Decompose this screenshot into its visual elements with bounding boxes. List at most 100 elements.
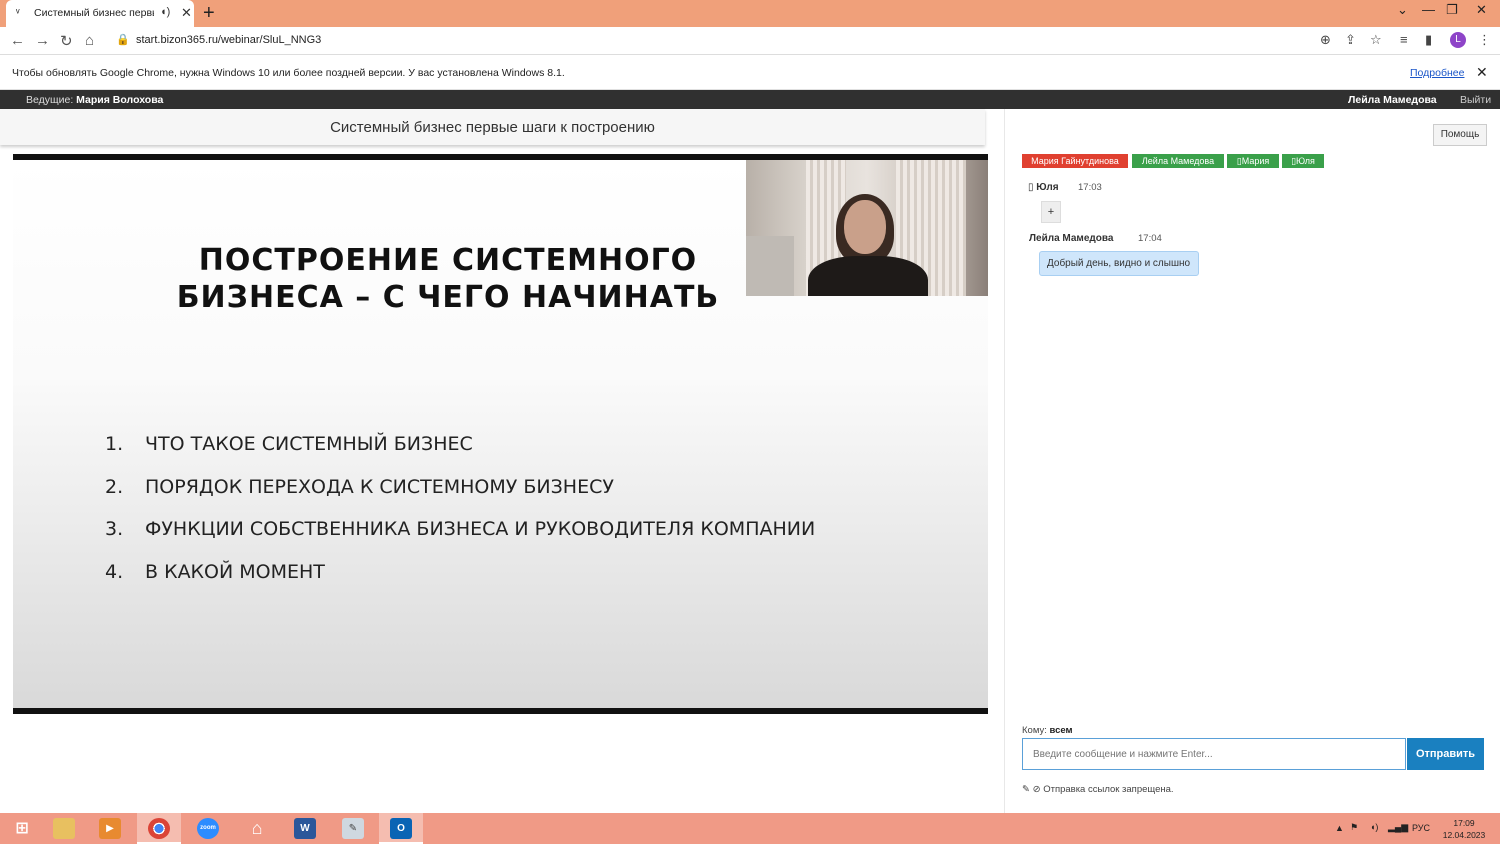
taskbar-word[interactable]: W [283, 813, 327, 844]
taskbar-media-player[interactable]: ▶ [88, 813, 132, 844]
address-bar[interactable]: 🔒 start.bizon365.ru/webinar/SluL_NNG3 [108, 30, 1393, 52]
url-text: start.bizon365.ru/webinar/SluL_NNG3 [136, 34, 322, 46]
house-icon: ⌂ [251, 818, 263, 838]
message-bubble: Добрый день, видно и слышно [1039, 251, 1199, 276]
slide-item-number: 2. [105, 476, 124, 498]
infobar-close-icon[interactable]: ✕ [1476, 64, 1488, 81]
folder-icon [53, 818, 75, 839]
recipient-value[interactable]: всем [1050, 725, 1073, 736]
webcam-background-object [746, 236, 794, 296]
slide-item-text: ПОРЯДОК ПЕРЕХОДА К СИСТЕМНОМУ БИЗНЕСУ [145, 476, 614, 498]
clock-time: 17:09 [1453, 818, 1475, 828]
share-icon[interactable]: ⇪ [1345, 32, 1356, 48]
presenter-face [844, 200, 886, 254]
host-name: Мария Волохова [76, 94, 164, 106]
volume-icon[interactable]: ◖) [1370, 822, 1378, 832]
slide-heading: ПОСТРОЕНИЕ СИСТЕМНОГО БИЗНЕСА – С ЧЕГО Н… [133, 242, 763, 316]
zoom-icon: zoom [197, 818, 219, 839]
back-icon[interactable]: ← [10, 32, 25, 49]
send-button[interactable]: Отправить [1407, 738, 1484, 770]
new-tab-button[interactable]: + [203, 2, 215, 25]
audio-playing-icon[interactable]: ◖) [160, 6, 170, 18]
taskbar-home-app[interactable]: ⌂ [235, 813, 279, 844]
browser-tab[interactable]: ᵛ Системный бизнес первые ◖) ✕ [6, 0, 194, 27]
minimize-icon[interactable]: — [1422, 2, 1435, 17]
window-close-icon[interactable]: ✕ [1476, 2, 1487, 18]
lock-icon[interactable]: 🔒 [116, 33, 130, 46]
slide-heading-line-1: ПОСТРОЕНИЕ СИСТЕМНОГО [198, 243, 698, 278]
webinar-title-bar: Системный бизнес первые шаги к построени… [0, 109, 985, 145]
close-tab-icon[interactable]: ✕ [181, 5, 192, 21]
participant-tag[interactable]: Лейла Мамедова [1132, 154, 1224, 168]
slide-item-number: 1. [105, 433, 124, 455]
chat-panel: Помощь Мария Гайнутдинова Лейла Мамедова… [1004, 109, 1500, 813]
taskbar-chrome[interactable] [137, 813, 181, 844]
infobar-message: Чтобы обновлять Google Chrome, нужна Win… [12, 67, 565, 79]
participant-tag[interactable]: Мария Гайнутдинова [1022, 154, 1128, 168]
action-center-flag-icon[interactable]: ⚑ [1350, 822, 1358, 833]
presenter-body [808, 256, 928, 296]
chat-message-input[interactable] [1022, 738, 1406, 770]
home-icon[interactable]: ⌂ [85, 32, 94, 49]
slide-item-text: ЧТО ТАКОЕ СИСТЕМНЫЙ БИЗНЕС [145, 433, 473, 455]
update-infobar: Чтобы обновлять Google Chrome, нужна Win… [0, 56, 1500, 90]
taskbar-zoom[interactable]: zoom [186, 813, 230, 844]
bookmark-star-icon[interactable]: ☆ [1370, 32, 1382, 48]
taskbar-file-explorer[interactable] [42, 813, 86, 844]
tab-search-icon[interactable]: ⌄ [1397, 2, 1408, 18]
media-player-icon: ▶ [99, 818, 121, 839]
message-text: + [1041, 201, 1061, 223]
taskbar-outlook[interactable]: O [379, 813, 423, 844]
reload-icon[interactable]: ↻ [60, 32, 73, 50]
word-icon: W [294, 818, 316, 839]
slide-item-number: 4. [105, 561, 124, 583]
help-button[interactable]: Помощь [1433, 124, 1487, 146]
browser-tab-strip: ᵛ Системный бизнес первые ◖) ✕ + ⌄ — ❐ ✕ [0, 0, 1500, 27]
webinar-header: Ведущие: Мария Волохова Лейла Мамедова В… [0, 90, 1500, 109]
exit-link[interactable]: Выйти [1460, 94, 1491, 106]
side-panel-icon[interactable]: ▮ [1425, 32, 1432, 48]
taskbar-paint[interactable]: ✎ [331, 813, 375, 844]
message-author: ▯ Юля [1028, 182, 1059, 193]
participant-tag-label: ▯Юля [1291, 156, 1315, 166]
slide-item-text: ФУНКЦИИ СОБСТВЕННИКА БИЗНЕСА И РУКОВОДИТ… [145, 518, 816, 540]
host-info: Ведущие: Мария Волохова [26, 94, 163, 106]
menu-kebab-icon[interactable]: ⋮ [1478, 32, 1491, 48]
slide-item-number: 3. [105, 518, 124, 540]
restore-icon[interactable]: ❐ [1446, 2, 1458, 18]
site-favicon-icon: ᵛ [16, 7, 20, 19]
windows-logo-icon: ⊞ [15, 820, 29, 837]
clock-date: 12.04.2023 [1442, 830, 1486, 840]
taskbar-clock[interactable]: 17:09 12.04.2023 [1440, 817, 1488, 841]
current-user-name: Лейла Мамедова [1348, 94, 1437, 106]
chrome-icon [148, 818, 170, 839]
network-icon[interactable]: ▂▄▆ [1388, 822, 1408, 833]
recipient-label: Кому: всем [1022, 725, 1073, 736]
slide-list-item: 1. ЧТО ТАКОЕ СИСТЕМНЫЙ БИЗНЕС [105, 433, 473, 455]
infobar-more-link[interactable]: Подробнее [1410, 67, 1464, 79]
slide-list-item: 2. ПОРЯДОК ПЕРЕХОДА К СИСТЕМНОМУ БИЗНЕСУ [105, 476, 614, 498]
slide-heading-line-2: БИЗНЕСА – С ЧЕГО НАЧИНАТЬ [176, 280, 720, 315]
message-time: 17:04 [1138, 233, 1162, 244]
webinar-title: Системный бизнес первые шаги к построени… [330, 119, 655, 136]
host-label: Ведущие: [26, 94, 74, 106]
participant-tag-label: ▯Мария [1236, 156, 1270, 166]
slide-item-text: В КАКОЙ МОМЕНТ [145, 561, 325, 583]
input-language[interactable]: РУС [1412, 823, 1430, 833]
tab-title: Системный бизнес первые [34, 7, 154, 19]
reading-list-icon[interactable]: ≡ [1400, 32, 1408, 47]
slide-list-item: 4. В КАКОЙ МОМЕНТ [105, 561, 325, 583]
tray-overflow-icon[interactable]: ▲ [1335, 823, 1344, 833]
forward-icon[interactable]: → [35, 32, 50, 49]
windows-taskbar: ⊞ ▶ zoom ⌂ W ✎ O ▲ ⚑ ◖) ▂▄▆ РУС 17:09 12… [0, 813, 1500, 844]
participant-tag[interactable]: ▯Юля [1282, 154, 1324, 168]
start-button[interactable]: ⊞ [0, 813, 44, 844]
profile-avatar[interactable]: L [1450, 32, 1466, 48]
message-author: Лейла Мамедова [1029, 233, 1114, 244]
zoom-icon[interactable]: ⊕ [1320, 32, 1331, 48]
participant-tag[interactable]: ▯Мария [1227, 154, 1279, 168]
links-disabled-note: ✎ ⊘ Отправка ссылок запрещена. [1022, 784, 1174, 795]
message-time: 17:03 [1078, 182, 1102, 193]
recipient-prefix: Кому: [1022, 725, 1047, 736]
browser-toolbar: ← → ↻ ⌂ 🔒 start.bizon365.ru/webinar/SluL… [0, 27, 1500, 55]
